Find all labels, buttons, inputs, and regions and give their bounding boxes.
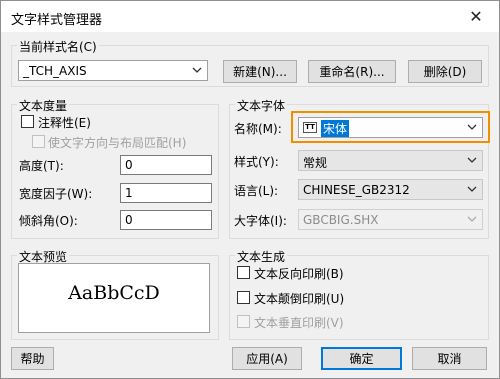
annotative-checkbox[interactable] — [21, 115, 34, 128]
vertical-checkbox[interactable] — [237, 315, 250, 328]
text-preview-box: AaBbCcD — [18, 263, 210, 333]
delete-style-button[interactable]: 删除(D) — [408, 60, 482, 83]
font-name-value: 宋体 — [321, 120, 350, 137]
chevron-down-icon — [467, 157, 477, 163]
new-style-button[interactable]: 新建(N)... — [223, 60, 297, 83]
width-factor-input[interactable]: 1 — [120, 183, 212, 203]
font-name-label: 名称(M): — [234, 122, 282, 136]
vertical-label: 文本垂直印刷(V) — [254, 316, 344, 330]
big-font-select[interactable]: GBCBIG.SHX — [298, 209, 483, 230]
chevron-down-icon — [467, 124, 477, 130]
text-style-manager-dialog: 文字样式管理器 ✕ 当前样式名(C) _TCH_AXIS 新建(N)... 重命… — [0, 0, 500, 379]
apply-button[interactable]: 应用(A) — [232, 347, 302, 370]
current-style-value: _TCH_AXIS — [23, 64, 87, 78]
current-style-select[interactable]: _TCH_AXIS — [18, 60, 208, 81]
font-style-label: 样式(Y): — [234, 155, 279, 169]
ok-button[interactable]: 确定 — [321, 347, 402, 370]
window-title: 文字样式管理器 — [11, 13, 103, 28]
upside-down-checkbox[interactable] — [237, 291, 250, 304]
big-font-label: 大字体(I): — [234, 214, 287, 228]
help-button[interactable]: 帮助 — [11, 347, 54, 370]
current-style-label: 当前样式名(C) — [17, 38, 99, 55]
big-font-value: GBCBIG.SHX — [303, 213, 379, 227]
font-style-select[interactable]: 常规 — [298, 150, 483, 171]
preview-sample-text: AaBbCcD — [68, 282, 160, 304]
backwards-label: 文本反向印刷(B) — [254, 267, 344, 281]
font-name-select[interactable]: TT 宋体 — [298, 117, 483, 138]
text-metrics-title: 文本度量 — [17, 97, 70, 114]
text-generation-title: 文本生成 — [235, 248, 288, 265]
title-bar: 文字样式管理器 ✕ — [1, 1, 499, 32]
oblique-angle-input[interactable]: 0 — [120, 210, 212, 230]
height-label: 高度(T): — [19, 159, 64, 173]
rename-style-button[interactable]: 重命名(R)... — [308, 60, 396, 83]
chevron-down-icon — [467, 216, 477, 222]
backwards-checkbox[interactable] — [237, 266, 250, 279]
cancel-button[interactable]: 取消 — [412, 347, 487, 370]
annotative-label: 注释性(E) — [38, 116, 91, 130]
match-orientation-checkbox[interactable] — [32, 135, 45, 148]
close-icon[interactable]: ✕ — [453, 1, 499, 31]
chevron-down-icon — [192, 67, 202, 73]
width-factor-label: 宽度因子(W): — [19, 187, 93, 201]
oblique-angle-label: 倾斜角(O): — [19, 214, 78, 228]
language-label: 语言(L): — [234, 184, 279, 198]
text-font-title: 文本字体 — [235, 97, 288, 114]
match-orientation-label: 使文字方向与布局匹配(H) — [48, 136, 187, 150]
upside-down-label: 文本颠倒印刷(U) — [254, 292, 345, 306]
chevron-down-icon — [467, 186, 477, 192]
truetype-font-icon: TT — [303, 122, 317, 133]
language-value: CHINESE_GB2312 — [303, 183, 410, 197]
language-select[interactable]: CHINESE_GB2312 — [298, 179, 483, 200]
height-input[interactable]: 0 — [120, 155, 212, 175]
font-style-value: 常规 — [303, 156, 328, 170]
